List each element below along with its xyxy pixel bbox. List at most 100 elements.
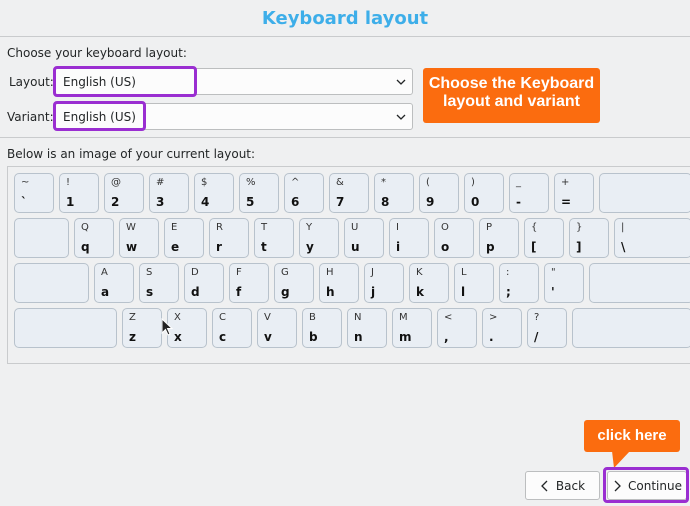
keyboard-key: Mm xyxy=(392,308,432,348)
keyboard-key: @2 xyxy=(104,173,144,213)
key-char: 8 xyxy=(381,195,390,209)
key-char: u xyxy=(351,240,360,254)
keyboard-key: ! 1 xyxy=(59,173,99,213)
keyboard-key: + = xyxy=(554,173,594,213)
key-shift-char: C xyxy=(219,312,226,323)
key-shift-char: : xyxy=(506,267,510,278)
back-button[interactable]: Back xyxy=(525,471,600,500)
key-char: p xyxy=(486,240,495,254)
keyboard-key: _ - xyxy=(509,173,549,213)
key-shift-char: H xyxy=(326,267,334,278)
callout-line-2: layout and variant xyxy=(443,93,580,110)
key-char: h xyxy=(326,285,335,299)
section-divider xyxy=(0,137,690,138)
keyboard-key: Vv xyxy=(257,308,297,348)
key-shift-char: X xyxy=(174,312,181,323)
key-shift-char: { xyxy=(531,222,538,233)
key-char: 0 xyxy=(471,195,480,209)
layout-label: Layout: xyxy=(9,75,54,89)
key-shift-char: U xyxy=(351,222,359,233)
key-char: ' xyxy=(551,285,555,299)
keyboard-key: " ' xyxy=(544,263,584,303)
variant-highlight xyxy=(53,101,146,131)
key-char: 7 xyxy=(336,195,345,209)
choose-layout-label: Choose your keyboard layout: xyxy=(7,46,187,60)
header-divider xyxy=(0,36,690,37)
key-shift-char: " xyxy=(551,267,556,278)
keyboard-key: Kk xyxy=(409,263,449,303)
key-shift-char: + xyxy=(561,177,570,188)
key-char: q xyxy=(81,240,90,254)
key-char: ] xyxy=(576,240,582,254)
back-label: Back xyxy=(555,478,586,493)
mouse-pointer-icon xyxy=(161,318,174,336)
page-title: Keyboard layout xyxy=(261,8,429,29)
keyboard-key: Rr xyxy=(209,218,249,258)
key-shift-char: F xyxy=(236,267,242,278)
key-char: o xyxy=(441,240,450,254)
keyboard-key xyxy=(599,173,690,213)
key-shift-char: B xyxy=(309,312,316,323)
keyboard-key: Oo xyxy=(434,218,474,258)
keyboard-key: ) 0 xyxy=(464,173,504,213)
keyboard-key: :; xyxy=(499,263,539,303)
keyboard-key: ? / xyxy=(527,308,567,348)
keyboard-key: Uu xyxy=(344,218,384,258)
key-char: i xyxy=(396,240,401,254)
key-char: / xyxy=(534,330,539,344)
key-char: t xyxy=(261,240,267,254)
keyboard-key: Gg xyxy=(274,263,314,303)
key-char: , xyxy=(444,330,449,344)
keyboard-key: <, xyxy=(437,308,477,348)
keyboard-key: Dd xyxy=(184,263,224,303)
key-shift-char: S xyxy=(146,267,153,278)
key-char: c xyxy=(219,330,227,344)
callout-choose-layout: Choose the Keyboard layout and variant xyxy=(423,68,600,123)
key-char: r xyxy=(216,240,222,254)
keyboard-key: {[ xyxy=(524,218,564,258)
callout-click-here-text: click here xyxy=(597,427,667,444)
key-shift-char: O xyxy=(441,222,449,233)
key-char: g xyxy=(281,285,290,299)
keyboard-key xyxy=(14,218,69,258)
callout-line-1: Choose the Keyboard xyxy=(428,75,595,92)
chevron-left-icon xyxy=(541,480,548,491)
key-char: ` xyxy=(21,195,27,209)
key-shift-char: D xyxy=(191,267,199,278)
keyboard-key: % 5 xyxy=(239,173,279,213)
keyboard-key: (9 xyxy=(419,173,459,213)
keyboard-key: Qq xyxy=(74,218,114,258)
key-shift-char: % xyxy=(246,177,256,188)
key-char: \ xyxy=(621,240,626,254)
keyboard-key: >. xyxy=(482,308,522,348)
keyboard-key: }] xyxy=(569,218,609,258)
variant-label: Variant: xyxy=(7,110,54,124)
key-shift-char: ^ xyxy=(291,177,300,188)
keyboard-key: Aa xyxy=(94,263,134,303)
key-char: j xyxy=(371,285,376,299)
keyboard-key xyxy=(14,308,117,348)
keyboard-key: Tt xyxy=(254,218,294,258)
key-char: k xyxy=(416,285,424,299)
keyboard-key: ^ 6 xyxy=(284,173,324,213)
key-char: e xyxy=(171,240,180,254)
key-shift-char: # xyxy=(156,177,165,188)
continue-highlight xyxy=(603,467,689,503)
key-char: n xyxy=(354,330,363,344)
key-char: b xyxy=(309,330,318,344)
key-shift-char: G xyxy=(281,267,289,278)
key-char: w xyxy=(126,240,138,254)
key-shift-char: _ xyxy=(516,177,521,188)
key-char: s xyxy=(146,285,154,299)
key-char: 4 xyxy=(201,195,210,209)
key-shift-char: V xyxy=(264,312,271,323)
keyboard-key: Yy xyxy=(299,218,339,258)
keyboard-key: Ll xyxy=(454,263,494,303)
key-char: a xyxy=(101,285,110,299)
key-char: 5 xyxy=(246,195,255,209)
key-shift-char: I xyxy=(396,222,399,233)
key-shift-char: * xyxy=(381,177,386,188)
keyboard-key: Ee xyxy=(164,218,204,258)
key-shift-char: N xyxy=(354,312,362,323)
key-shift-char: & xyxy=(336,177,344,188)
